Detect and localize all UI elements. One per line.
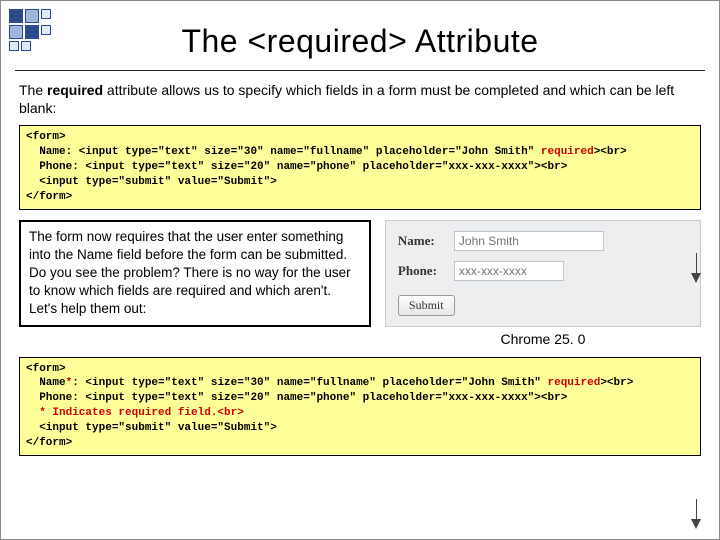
arrow-down-icon — [691, 273, 701, 283]
arrow-down-icon — [696, 253, 697, 273]
preview-caption: Chrome 25. 0 — [501, 331, 586, 347]
form-preview: Name: Phone: Submit — [385, 220, 701, 327]
form-label-phone: Phone: — [398, 263, 446, 279]
code-block-1: <form> Name: <input type="text" size="30… — [19, 125, 701, 209]
slide-decor — [9, 9, 149, 59]
form-submit-button[interactable]: Submit — [398, 295, 455, 316]
arrow-down-icon — [696, 499, 697, 519]
explain-box: The form now requires that the user ente… — [19, 220, 371, 327]
arrow-down-icon — [691, 519, 701, 529]
intro-text: The required attribute allows us to spec… — [19, 81, 701, 117]
form-label-name: Name: — [398, 233, 446, 249]
form-input-phone[interactable] — [454, 261, 564, 281]
code-block-2: <form> Name*: <input type="text" size="3… — [19, 357, 701, 456]
form-input-name[interactable] — [454, 231, 604, 251]
